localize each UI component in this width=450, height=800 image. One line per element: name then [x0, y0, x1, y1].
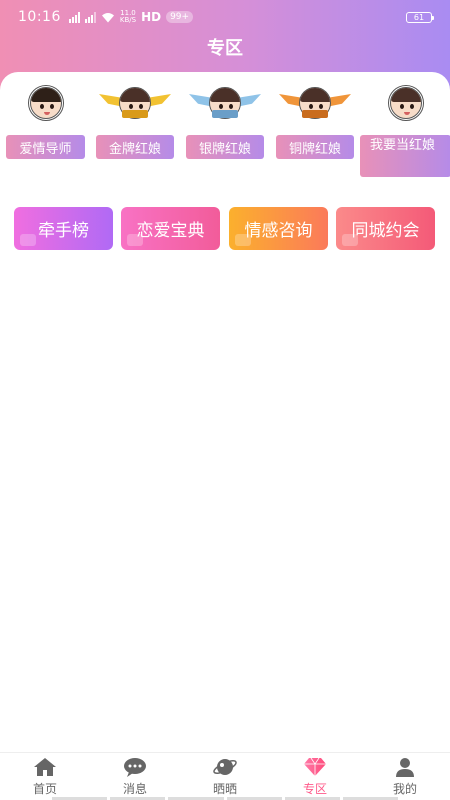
matchmaker-silver[interactable]: 银牌红娘: [186, 84, 264, 159]
battery-icon: 61: [406, 12, 434, 23]
category-hand-in-hand-ranking[interactable]: 牵手榜: [14, 207, 113, 250]
signal-icon: [68, 11, 80, 23]
category-label: 同城约会: [351, 221, 420, 241]
home-icon: [32, 756, 58, 778]
tab-messages[interactable]: 消息: [90, 753, 180, 800]
planet-icon: [212, 756, 238, 778]
category-love-guide[interactable]: 恋爱宝典: [121, 207, 220, 250]
tab-label: 晒晒: [212, 782, 237, 796]
matchmaker-become[interactable]: 我要当红娘: [360, 84, 450, 177]
matchmaker-gold[interactable]: 金牌红娘: [96, 84, 174, 159]
diamond-icon: [302, 756, 328, 778]
status-bar: 10:16 11.0 KB/S HD 99+ 61: [0, 0, 450, 34]
wifi-icon: [101, 12, 114, 22]
content-panel: 爱情导师 金牌红娘 银牌红娘 铜牌红娘 我要当红娘 牵手榜 恋爱宝典 情感咨询 …: [0, 72, 450, 752]
category-emotion-consult[interactable]: 情感咨询: [229, 207, 328, 250]
tab-label: 首页: [32, 782, 57, 796]
category-label: 恋爱宝典: [136, 221, 205, 241]
matchmaker-label: 铜牌红娘: [276, 135, 354, 159]
matchmaker-bronze[interactable]: 铜牌红娘: [276, 84, 354, 159]
category-row: 牵手榜 恋爱宝典 情感咨询 同城约会: [14, 207, 436, 251]
category-label: 牵手榜: [38, 221, 89, 241]
chat-bubble-icon: [122, 756, 148, 778]
matchmaker-label: 银牌红娘: [186, 135, 264, 159]
category-local-dating[interactable]: 同城约会: [336, 207, 435, 250]
silver-matchmaker-badge-icon: [187, 84, 263, 130]
category-label: 情感咨询: [244, 221, 313, 241]
tab-zone[interactable]: 专区: [270, 753, 360, 800]
tab-label: 专区: [302, 782, 327, 796]
signal-2-icon: [84, 11, 96, 23]
gold-matchmaker-badge-icon: [97, 84, 173, 130]
tab-label: 我的: [392, 782, 417, 796]
net-speed: 11.0 KB/S: [119, 9, 137, 24]
matchmaker-row: 爱情导师 金牌红娘 银牌红娘 铜牌红娘 我要当红娘: [0, 84, 450, 184]
status-time: 10:16: [18, 9, 61, 25]
matchmaker-label: 我要当红娘: [360, 135, 450, 177]
category-decoration: [20, 234, 36, 246]
tab-home[interactable]: 首页: [0, 753, 90, 800]
become-matchmaker-avatar-icon: [368, 84, 444, 130]
bottom-tab-bar: 首页 消息 晒晒 专区 我的: [0, 752, 450, 800]
page-title: 专区: [207, 38, 243, 59]
hd-indicator: HD: [141, 10, 162, 24]
person-icon: [392, 756, 418, 778]
tab-share[interactable]: 晒晒: [180, 753, 270, 800]
tab-label: 消息: [122, 782, 147, 796]
bronze-matchmaker-badge-icon: [277, 84, 353, 130]
matchmaker-label: 爱情导师: [6, 135, 85, 159]
love-mentor-avatar-icon: [8, 84, 84, 130]
matchmaker-love-mentor[interactable]: 爱情导师: [6, 84, 85, 159]
notification-badge: 99+: [166, 11, 194, 23]
tab-mine[interactable]: 我的: [360, 753, 450, 800]
matchmaker-label: 金牌红娘: [96, 135, 174, 159]
